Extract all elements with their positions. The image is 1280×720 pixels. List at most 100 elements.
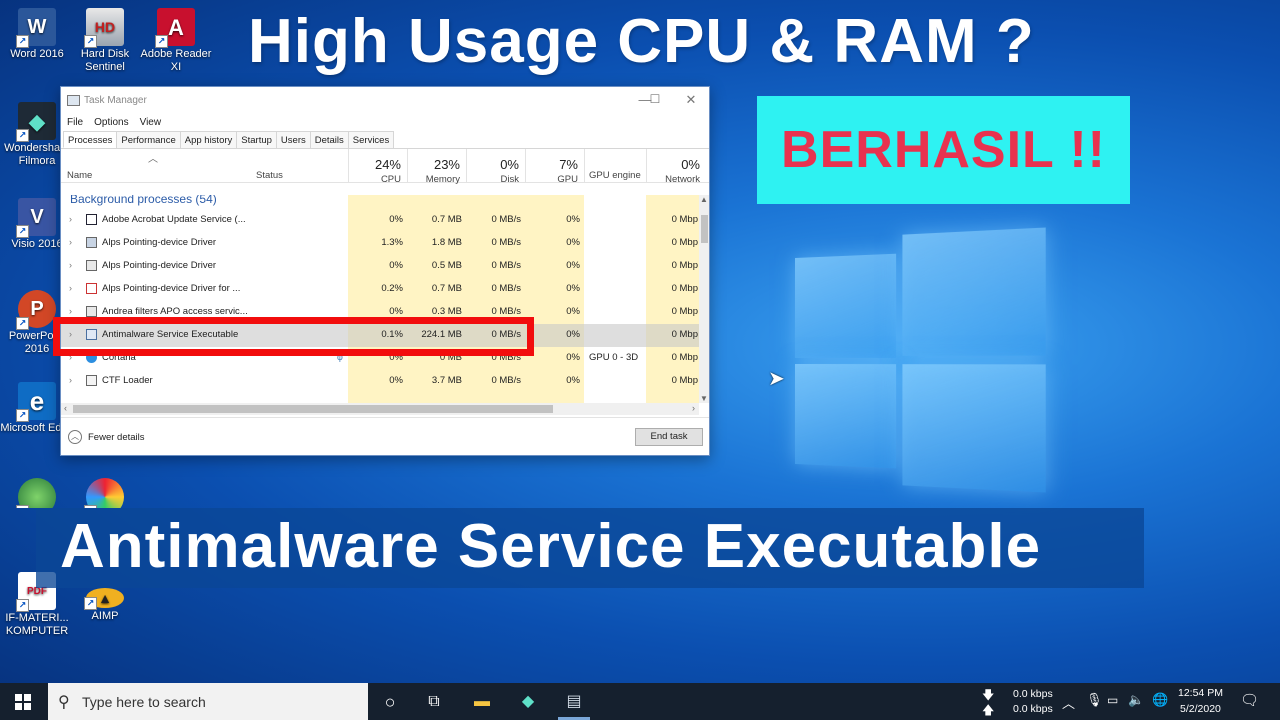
expand-chevron-icon[interactable]: › — [69, 214, 72, 224]
table-row[interactable]: › CTF Loader 0% 3.7 MB 0 MB/s 0% 0 Mbp — [61, 370, 701, 393]
tab-startup[interactable]: Startup — [236, 131, 277, 148]
net-value: 0 Mbp — [671, 283, 698, 294]
clock-date[interactable]: 5/2/2020 — [1180, 703, 1221, 715]
gpu-label: GPU — [557, 174, 578, 185]
process-name: Adobe Acrobat Update Service (... — [102, 214, 246, 225]
horizontal-scrollbar[interactable]: ‹ › — [61, 403, 699, 415]
header-status[interactable]: Status — [256, 170, 283, 181]
table-row[interactable]: › Alps Pointing-device Driver 0% 0.5 MB 0 MB… — [61, 255, 701, 278]
search-box[interactable]: ⚲ Type here to search — [48, 683, 368, 720]
column-header: ︿ Name Status 24% CPU 23% Memory 0% Disk… — [61, 149, 709, 185]
header-disk[interactable]: 0% Disk — [466, 149, 525, 185]
disk-total: 0% — [500, 157, 519, 172]
desktop-icon-aimp[interactable]: ▲ AIMP — [68, 588, 142, 623]
process-name: Andrea filters APO access servic... — [102, 306, 248, 317]
clock-time[interactable]: 12:54 PM — [1178, 687, 1223, 699]
gpu-value: 0% — [566, 375, 580, 386]
menu-options[interactable]: Options — [94, 117, 128, 128]
end-task-button[interactable]: End task — [635, 428, 703, 446]
microphone-icon[interactable]: 🎙 — [1086, 692, 1103, 708]
menu-view[interactable]: View — [140, 117, 162, 128]
tab-performance[interactable]: Performance — [116, 131, 181, 148]
hscroll-thumb[interactable] — [73, 405, 553, 413]
cpu-value: 0.2% — [381, 283, 403, 294]
expand-chevron-icon[interactable]: › — [69, 375, 72, 385]
tab-details[interactable]: Details — [309, 131, 349, 148]
table-row[interactable]: › Adobe Acrobat Update Service (... 0% 0.7 … — [61, 209, 701, 232]
chevron-up-icon[interactable]: ︿ — [68, 430, 82, 444]
expand-chevron-icon[interactable]: › — [69, 237, 72, 247]
task-manager-window[interactable]: Task Manager — ☐ ✕ File Options View Pro… — [60, 86, 710, 456]
disk-value: 0 MB/s — [491, 260, 521, 271]
menu-file[interactable]: File — [67, 117, 83, 128]
network-globe-icon[interactable]: 🌐 — [1152, 692, 1168, 708]
expand-chevron-icon[interactable]: › — [69, 283, 72, 293]
file-explorer-icon[interactable]: ▬ — [471, 691, 493, 713]
volume-icon[interactable]: 🔈 — [1128, 692, 1144, 708]
logo-pane — [902, 364, 1046, 493]
scroll-up-icon[interactable]: ▲ — [700, 195, 708, 204]
start-button[interactable] — [0, 683, 46, 720]
tab-users[interactable]: Users — [275, 131, 311, 148]
disk-value: 0 MB/s — [491, 237, 521, 248]
cortana-icon[interactable]: ○ — [379, 691, 401, 713]
vertical-scrollbar[interactable]: ▲ ▼ — [699, 195, 709, 403]
task-manager-taskbar-icon[interactable]: ▤ — [563, 691, 585, 713]
desktop-icon-label: Adobe Reader XI — [140, 48, 212, 73]
net-value: 0 Mbp — [671, 329, 698, 340]
tray-chevron-icon[interactable]: ︿ — [1062, 693, 1075, 712]
net-value: 0 Mbp — [671, 260, 698, 271]
notification-icon[interactable]: 🗨 — [1240, 691, 1259, 709]
process-name: CTF Loader — [102, 375, 153, 386]
expand-chevron-icon[interactable]: › — [69, 306, 72, 316]
table-row[interactable]: › Alps Pointing-device Driver for ... 0.2%… — [61, 278, 701, 301]
gpu-engine-value: GPU 0 - 3D — [589, 352, 639, 363]
task-view-icon[interactable]: ⧉ — [423, 691, 445, 713]
windows-icon — [15, 693, 31, 710]
network-label: Network — [665, 174, 700, 185]
process-name: Alps Pointing-device Driver — [102, 237, 217, 248]
tab-processes[interactable]: Processes — [63, 131, 118, 148]
net-value: 0 Mbp — [671, 375, 698, 386]
gpu-value: 0% — [566, 306, 580, 317]
success-badge: BERHASIL !! — [757, 96, 1130, 204]
desktop-icon-idm[interactable] — [0, 478, 74, 508]
desktop-icon-adobe-reader[interactable]: A Adobe Reader XI — [139, 8, 213, 74]
highlight-rectangle — [53, 317, 534, 356]
header-network[interactable]: 0% Network — [646, 149, 706, 185]
table-row[interactable]: › Alps Pointing-device Driver 1.3% 1.8 MB 0 … — [61, 232, 701, 255]
scroll-right-icon[interactable]: › — [692, 403, 695, 413]
network-total: 0% — [681, 157, 700, 172]
scroll-thumb[interactable] — [701, 215, 708, 243]
header-name[interactable]: Name — [67, 170, 92, 181]
close-button[interactable]: ✕ — [681, 92, 701, 108]
tab-services[interactable]: Services — [347, 131, 395, 148]
title-bar[interactable]: Task Manager — ☐ ✕ — [61, 87, 709, 113]
battery-icon[interactable]: ▭ — [1107, 693, 1118, 707]
process-name: Alps Pointing-device Driver — [102, 260, 217, 271]
banner-text: Antimalware Service Executable — [60, 512, 1042, 581]
header-cpu[interactable]: 24% CPU — [348, 149, 407, 185]
process-list[interactable]: Background processes (54) › Adobe Acrobat… — [61, 195, 701, 403]
desktop-icon-word[interactable]: W Word 2016 — [0, 8, 74, 61]
mem-value: 0.7 MB — [431, 283, 462, 294]
tab-app-history[interactable]: App history — [179, 131, 238, 148]
expand-chevron-icon[interactable]: › — [69, 260, 72, 270]
header-gpu[interactable]: 7% GPU — [525, 149, 584, 185]
fewer-details-link[interactable]: Fewer details — [88, 432, 145, 443]
desktop-icon-hdd-sentinel[interactable]: HD Hard Disk Sentinel — [68, 8, 142, 74]
mouse-cursor-icon: ➤ — [768, 368, 785, 390]
maximize-icon[interactable]: ☐ — [645, 92, 665, 106]
scroll-left-icon[interactable]: ‹ — [64, 403, 67, 413]
mem-value: 0.3 MB — [431, 306, 462, 317]
scroll-down-icon[interactable]: ▼ — [700, 394, 708, 403]
disk-value: 0 MB/s — [491, 306, 521, 317]
gpu-value: 0% — [566, 260, 580, 271]
edge-icon: e — [16, 382, 56, 422]
process-icon — [86, 375, 97, 386]
filmora-taskbar-icon[interactable]: ◆ — [517, 691, 539, 713]
tab-bar: Processes Performance App history Startu… — [61, 131, 709, 149]
desktop-icon-app[interactable] — [68, 478, 142, 508]
header-memory[interactable]: 23% Memory — [407, 149, 466, 185]
bottom-banner: Antimalware Service Executable — [36, 508, 1144, 588]
